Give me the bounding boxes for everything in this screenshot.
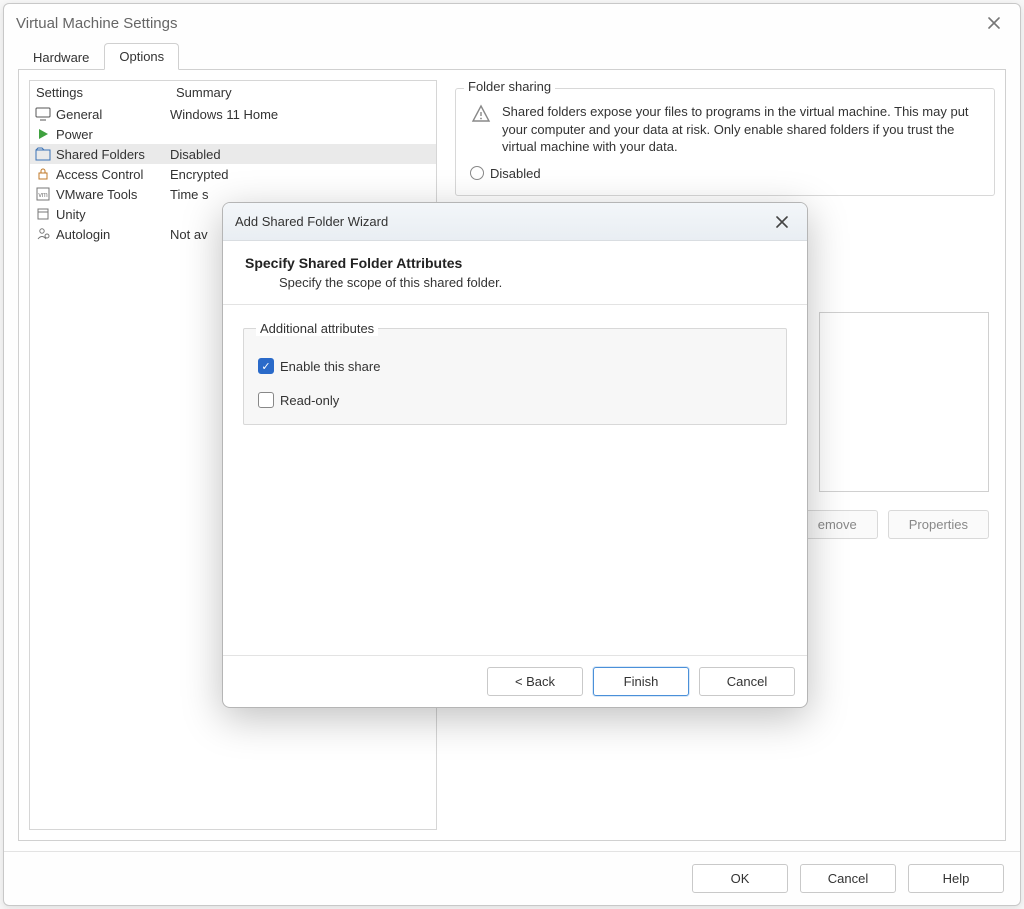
folder-sharing-warning: Shared folders expose your files to prog… bbox=[502, 103, 980, 156]
radio-disabled-label: Disabled bbox=[490, 166, 541, 181]
wizard-header: Specify Shared Folder Attributes Specify… bbox=[223, 241, 807, 305]
wizard-subheading: Specify the scope of this shared folder. bbox=[245, 275, 785, 290]
vm-title: Virtual Machine Settings bbox=[16, 15, 177, 32]
properties-button[interactable]: Properties bbox=[888, 510, 989, 539]
checkbox-unchecked-icon bbox=[258, 392, 274, 408]
row-summary: Time s bbox=[170, 187, 432, 202]
wizard-cancel-button[interactable]: Cancel bbox=[699, 667, 795, 696]
shared-folder-icon bbox=[34, 146, 52, 162]
vmtools-icon: vm bbox=[34, 186, 52, 202]
radio-disabled[interactable]: Disabled bbox=[470, 166, 980, 181]
play-icon bbox=[34, 126, 52, 142]
tabstrip: Hardware Options bbox=[18, 42, 1006, 70]
row-label: Autologin bbox=[56, 227, 110, 242]
row-summary: Windows 11 Home bbox=[170, 107, 432, 122]
summary-col-header: Summary bbox=[176, 85, 430, 100]
wizard-heading: Specify Shared Folder Attributes bbox=[245, 255, 785, 271]
row-label: Unity bbox=[56, 207, 86, 222]
window-icon bbox=[34, 206, 52, 222]
vm-footer: OK Cancel Help bbox=[4, 851, 1020, 905]
vm-titlebar: Virtual Machine Settings bbox=[4, 4, 1020, 42]
settings-row-access-control[interactable]: Access Control Encrypted bbox=[30, 164, 436, 184]
additional-attributes-group: Additional attributes ✓ Enable this shar… bbox=[243, 321, 787, 425]
warning-icon bbox=[470, 103, 492, 125]
back-button[interactable]: < Back bbox=[487, 667, 583, 696]
wizard-close-icon[interactable] bbox=[769, 209, 795, 235]
settings-list-header: Settings Summary bbox=[30, 81, 436, 104]
tab-options[interactable]: Options bbox=[104, 43, 179, 70]
lock-icon bbox=[34, 166, 52, 182]
monitor-icon bbox=[34, 106, 52, 122]
readonly-label: Read-only bbox=[280, 393, 339, 408]
svg-text:vm: vm bbox=[38, 192, 48, 199]
settings-row-power[interactable]: Power bbox=[30, 124, 436, 144]
settings-row-vmware-tools[interactable]: vm VMware Tools Time s bbox=[30, 184, 436, 204]
row-summary: Encrypted bbox=[170, 167, 432, 182]
settings-row-shared-folders[interactable]: Shared Folders Disabled bbox=[30, 144, 436, 164]
add-shared-folder-wizard: Add Shared Folder Wizard Specify Shared … bbox=[222, 202, 808, 708]
row-label: Power bbox=[56, 127, 93, 142]
cancel-button[interactable]: Cancel bbox=[800, 864, 896, 893]
finish-button[interactable]: Finish bbox=[593, 667, 689, 696]
row-label: Access Control bbox=[56, 167, 143, 182]
remove-button[interactable]: emove bbox=[797, 510, 878, 539]
folder-sharing-legend: Folder sharing bbox=[464, 79, 555, 94]
wizard-titlebar: Add Shared Folder Wizard bbox=[223, 203, 807, 241]
wizard-title: Add Shared Folder Wizard bbox=[235, 214, 388, 229]
row-label: General bbox=[56, 107, 102, 122]
row-summary: Disabled bbox=[170, 147, 432, 162]
close-icon[interactable] bbox=[980, 9, 1008, 37]
help-button[interactable]: Help bbox=[908, 864, 1004, 893]
checkbox-checked-icon: ✓ bbox=[258, 358, 274, 374]
settings-col-header: Settings bbox=[36, 85, 176, 100]
settings-row-general[interactable]: General Windows 11 Home bbox=[30, 104, 436, 124]
row-label: VMware Tools bbox=[56, 187, 137, 202]
readonly-row[interactable]: Read-only bbox=[258, 392, 774, 408]
radio-icon bbox=[470, 166, 484, 180]
enable-share-row[interactable]: ✓ Enable this share bbox=[258, 358, 774, 374]
additional-attributes-legend: Additional attributes bbox=[256, 321, 378, 336]
tab-hardware[interactable]: Hardware bbox=[18, 44, 104, 70]
enable-share-label: Enable this share bbox=[280, 359, 380, 374]
row-label: Shared Folders bbox=[56, 147, 145, 162]
folders-listbox[interactable] bbox=[819, 312, 989, 492]
folder-sharing-group: Folder sharing Shared folders expose you… bbox=[455, 88, 995, 196]
ok-button[interactable]: OK bbox=[692, 864, 788, 893]
user-icon bbox=[34, 226, 52, 242]
wizard-footer: < Back Finish Cancel bbox=[223, 655, 807, 707]
